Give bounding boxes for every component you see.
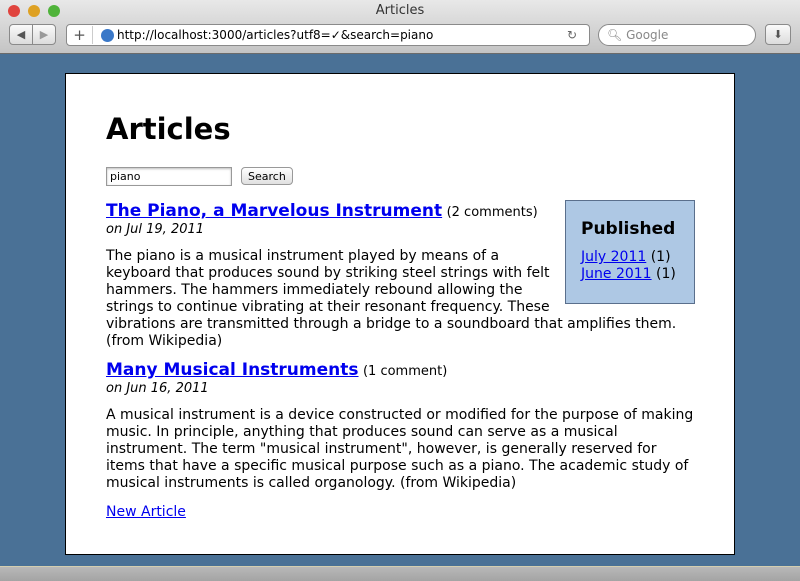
search-form: Search <box>106 166 694 186</box>
back-button[interactable]: ◀ <box>9 24 33 45</box>
published-sidebar: Published July 2011 (1) June 2011 (1) <box>565 200 695 304</box>
article-date: on Jun 16, 2011 <box>106 381 209 396</box>
web-search-field[interactable]: 🔍︎ Google <box>598 24 756 46</box>
search-input[interactable] <box>106 166 232 186</box>
sidebar-title: Published <box>581 219 676 239</box>
window-title: Articles <box>375 3 425 18</box>
new-article-link[interactable]: New Article <box>106 504 186 520</box>
archive-link[interactable]: July 2011 <box>581 249 646 265</box>
forward-button[interactable]: ▶ <box>32 24 56 45</box>
browser-toolbar: Articles ◀ ▶ + http://localhost:3000/art… <box>0 0 800 54</box>
url-text: http://localhost:3000/articles?utf8=✓&se… <box>117 28 434 42</box>
status-bar <box>0 566 800 581</box>
globe-icon <box>101 28 114 42</box>
zoom-window-button[interactable] <box>48 5 60 17</box>
search-button[interactable]: Search <box>241 167 293 185</box>
comment-count: (1 comment) <box>362 364 448 379</box>
close-window-button[interactable] <box>8 5 20 17</box>
address-bar[interactable]: + http://localhost:3000/articles?utf8=✓&… <box>66 24 590 46</box>
archive-link[interactable]: June 2011 <box>581 266 652 282</box>
archive-item: June 2011 (1) <box>581 266 676 282</box>
article-title-link[interactable]: The Piano, a Marvelous Instrument <box>106 201 442 221</box>
article-title-link[interactable]: Many Musical Instruments <box>106 360 359 380</box>
article-body: A musical instrument is a device constru… <box>106 407 694 491</box>
page-title: Articles <box>106 112 231 146</box>
downloads-button[interactable]: ⬇ <box>765 24 791 45</box>
minimize-window-button[interactable] <box>28 5 40 17</box>
article: Many Musical Instruments (1 comment) on … <box>106 362 694 492</box>
search-icon: 🔍︎ <box>607 28 627 42</box>
reload-icon[interactable]: ↻ <box>567 28 589 42</box>
page-content: Articles Search Published July 2011 (1) … <box>65 73 735 555</box>
comment-count: (2 comments) <box>446 205 538 220</box>
archive-item: July 2011 (1) <box>581 249 671 265</box>
add-bookmark-icon[interactable]: + <box>67 26 93 44</box>
